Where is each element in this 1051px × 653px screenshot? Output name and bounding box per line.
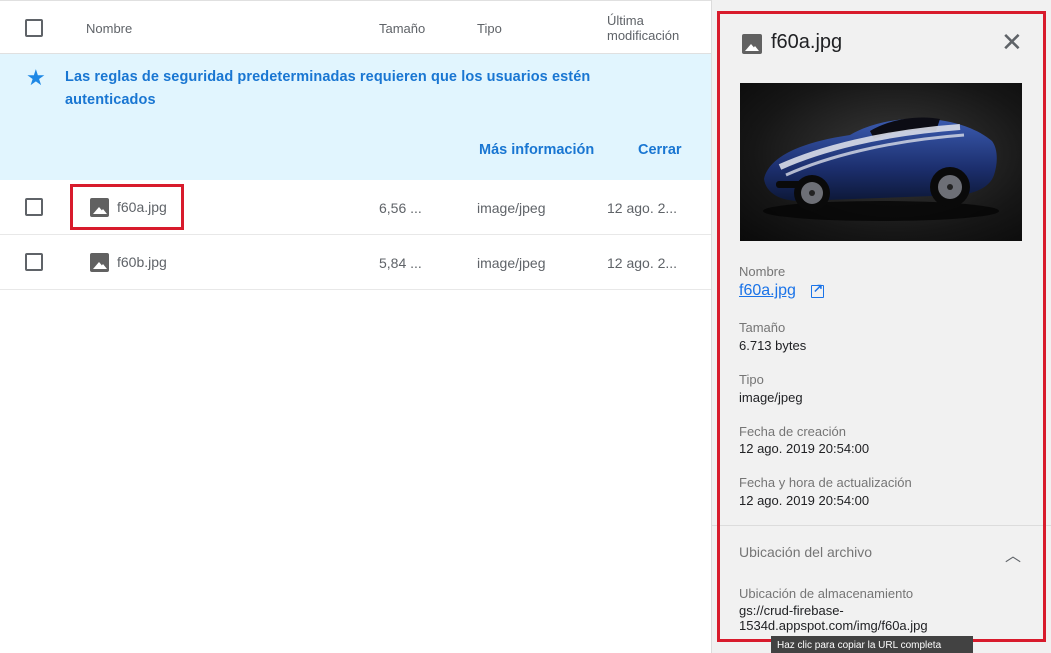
row-highlight-box [70,184,184,230]
select-all-checkbox[interactable] [25,19,43,37]
header-type[interactable]: Tipo [477,21,502,36]
header-modified-line2: modificación [607,28,680,43]
detail-highlight-box [717,11,1046,642]
header-name[interactable]: Nombre [86,21,132,36]
header-modified[interactable]: Última modificación [607,13,679,43]
file-modified: 12 ago. 2... [607,255,678,271]
file-type: image/jpeg [477,200,546,216]
table-row[interactable]: f60b.jpg 5,84 ... image/jpeg 12 ago. 2..… [0,235,711,290]
file-size: 6,56 ... [379,200,422,216]
banner-close-button[interactable]: Cerrar [638,142,682,158]
list-header: Nombre Tamaño Tipo Última modificación [0,0,711,54]
file-type: image/jpeg [477,255,546,271]
file-list-panel: Nombre Tamaño Tipo Última modificación ★… [0,0,711,653]
file-name[interactable]: f60b.jpg [117,254,167,270]
star-icon: ★ [26,65,46,90]
file-size: 5,84 ... [379,255,422,271]
header-size[interactable]: Tamaño [379,21,425,36]
header-modified-line1: Última [607,13,644,28]
row-checkbox[interactable] [25,198,43,216]
file-modified: 12 ago. 2... [607,200,678,216]
image-icon [90,253,109,272]
more-info-link[interactable]: Más información [479,142,594,158]
row-checkbox[interactable] [25,253,43,271]
banner-message: Las reglas de seguridad predeterminadas … [65,69,591,108]
copy-url-tooltip: Haz clic para copiar la URL completa [771,636,973,653]
